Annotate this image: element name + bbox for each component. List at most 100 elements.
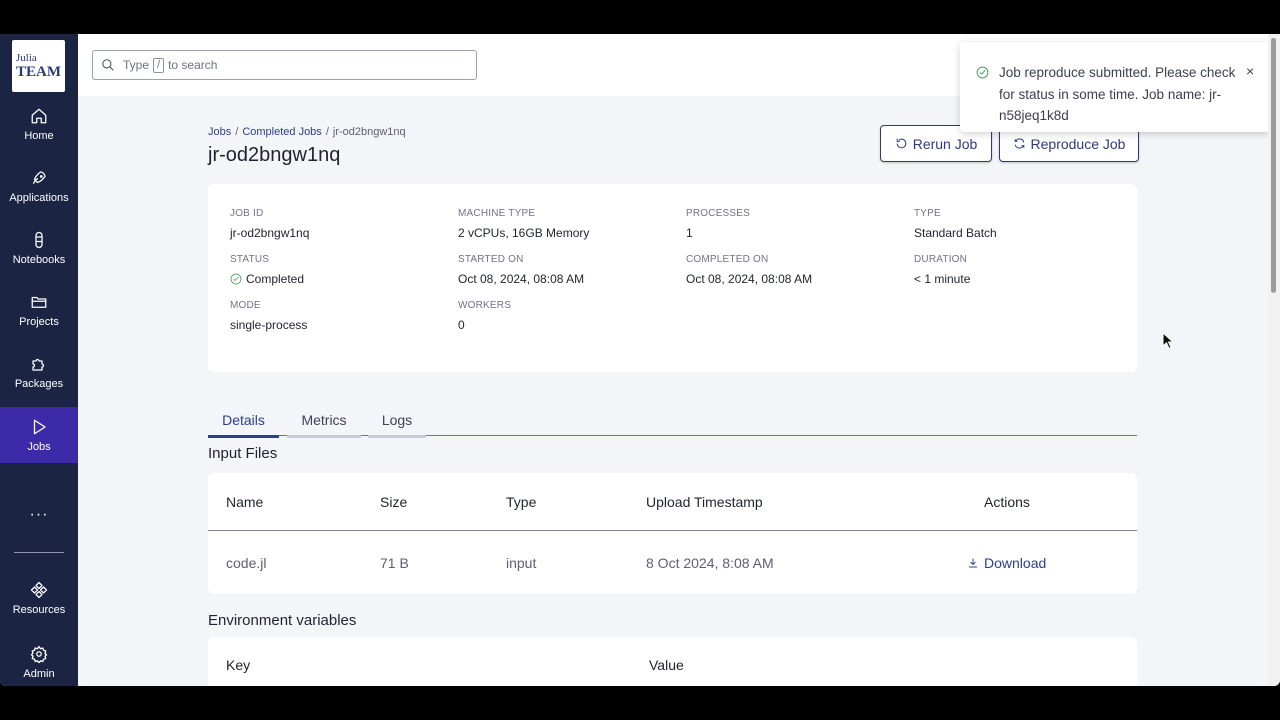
logo-text-bottom: TEAM [16, 63, 61, 80]
breadcrumb-current: jr-od2bngw1nq [332, 126, 406, 138]
file-size-cell: 71 B [380, 555, 409, 571]
sidebar: Julia TEAM Home Applications Notebooks P… [0, 34, 78, 686]
completed-on-field: COMPLETED ON Oct 08, 2024, 08:08 AM [686, 254, 812, 286]
check-circle-icon [976, 66, 989, 79]
sidebar-item-label: Home [24, 129, 54, 142]
status-text: Completed [246, 272, 305, 286]
breadcrumb-separator: / [235, 126, 239, 138]
field-value: 1 [686, 226, 693, 240]
field-value: Oct 08, 2024, 08:08 AM [686, 272, 813, 286]
sidebar-divider [14, 552, 64, 553]
field-value: Oct 08, 2024, 08:08 AM [458, 272, 585, 286]
table-header-divider [208, 530, 1137, 531]
file-timestamp-cell: 8 Oct 2024, 8:08 AM [646, 555, 774, 571]
success-toast: Job reproduce submitted. Please check fo… [960, 42, 1270, 132]
input-files-heading: Input Files [208, 445, 278, 462]
machine-type-field: MACHINE TYPE 2 vCPUs, 16GB Memory [458, 208, 589, 240]
rerun-job-label: Rerun Job [912, 135, 978, 152]
check-circle-icon [230, 273, 242, 285]
environment-variables-table: Key Value [208, 637, 1137, 686]
sidebar-item-label: Admin [23, 667, 55, 680]
field-label: WORKERS [458, 300, 512, 311]
page-scrollbar[interactable] [1268, 34, 1280, 686]
sidebar-item-label: Notebooks [12, 253, 66, 266]
field-label: DURATION [914, 254, 968, 265]
app-window: Julia TEAM Home Applications Notebooks P… [0, 34, 1280, 686]
puzzle-icon [32, 358, 45, 371]
field-value: 0 [458, 318, 465, 332]
column-header[interactable]: Name [226, 494, 263, 510]
sidebar-item-notebooks[interactable]: Notebooks [0, 220, 78, 276]
column-header[interactable]: Upload Timestamp [646, 494, 763, 510]
sidebar-item-label: Resources [12, 603, 66, 616]
breadcrumb-separator: / [325, 126, 329, 138]
sidebar-item-admin[interactable]: Admin [0, 634, 78, 686]
column-header[interactable]: Value [649, 657, 684, 673]
reproduce-job-label: Reproduce Job [1030, 135, 1126, 152]
breadcrumb-completed-jobs-link[interactable]: Completed Jobs [242, 126, 322, 138]
sidebar-item-resources[interactable]: Resources [0, 570, 78, 626]
tab-details[interactable]: Details [208, 404, 279, 438]
file-name-cell: code.jl [226, 555, 267, 571]
started-on-field: STARTED ON Oct 08, 2024, 08:08 AM [458, 254, 584, 286]
field-label: STARTED ON [458, 254, 524, 265]
field-label: TYPE [914, 208, 941, 219]
sidebar-item-home[interactable]: Home [0, 96, 78, 152]
sidebar-item-label: Jobs [27, 440, 51, 453]
duration-field: DURATION < 1 minute [914, 254, 970, 286]
column-header[interactable]: Size [380, 494, 407, 510]
breadcrumb: Jobs / Completed Jobs / jr-od2bngw1nq [208, 126, 406, 138]
search-icon [102, 59, 114, 71]
processes-field: PROCESSES 1 [686, 208, 750, 240]
rerun-icon [896, 138, 907, 149]
mouse-cursor-icon [1162, 332, 1174, 350]
resources-icon [30, 581, 48, 598]
notebook-icon [35, 231, 43, 248]
home-icon [31, 108, 47, 123]
column-header: Actions [984, 494, 1030, 510]
type-field: TYPE Standard Batch [914, 208, 997, 240]
tab-metrics[interactable]: Metrics [287, 404, 361, 438]
juliateam-logo[interactable]: Julia TEAM [12, 40, 65, 92]
gear-icon [30, 645, 48, 663]
input-files-table: Name Size Type Upload Timestamp Actions … [208, 473, 1137, 594]
sidebar-item-applications[interactable]: Applications [0, 158, 78, 214]
field-label: COMPLETED ON [686, 254, 769, 265]
search-placeholder-prefix: Type [123, 58, 150, 72]
tab-logs[interactable]: Logs [368, 404, 426, 438]
job-details-card: JOB ID jr-od2bngw1nq MACHINE TYPE 2 vCPU… [208, 184, 1137, 372]
field-label: MODE [230, 300, 261, 311]
download-icon [969, 558, 977, 568]
search-input[interactable]: Type / to search [92, 50, 477, 80]
field-label: STATUS [230, 254, 270, 265]
more-menu-icon[interactable]: ··· [0, 506, 78, 524]
sidebar-item-packages[interactable]: Packages [0, 344, 78, 400]
sidebar-item-label: Applications [9, 191, 69, 204]
field-label: MACHINE TYPE [458, 208, 536, 219]
status-field: STATUS Completed [230, 254, 304, 286]
file-type-cell: input [506, 555, 537, 571]
workers-field: WORKERS 0 [458, 300, 511, 332]
tab-bar: Details Metrics Logs [208, 404, 1137, 438]
field-label: PROCESSES [686, 208, 751, 219]
environment-variables-heading: Environment variables [208, 612, 357, 629]
folder-icon [31, 296, 47, 308]
column-header[interactable]: Key [226, 657, 250, 673]
column-header[interactable]: Type [506, 494, 536, 510]
field-value: single-process [230, 318, 308, 332]
field-value: jr-od2bngw1nq [230, 226, 310, 240]
search-placeholder-suffix: to search [168, 58, 218, 72]
job-id-field: JOB ID jr-od2bngw1nq [230, 208, 309, 240]
status-value: Completed [230, 272, 304, 286]
field-value: < 1 minute [914, 272, 971, 286]
breadcrumb-jobs-link[interactable]: Jobs [208, 126, 231, 138]
mode-field: MODE single-process [230, 300, 307, 332]
sidebar-item-jobs[interactable]: Jobs [0, 407, 78, 463]
scrollbar-thumb[interactable] [1271, 38, 1276, 293]
refresh-icon [1014, 138, 1024, 149]
sidebar-item-label: Projects [19, 315, 59, 328]
sidebar-item-projects[interactable]: Projects [0, 282, 78, 338]
play-icon [33, 419, 46, 434]
close-icon[interactable]: × [1246, 63, 1254, 79]
download-button[interactable]: Download [967, 555, 1046, 571]
